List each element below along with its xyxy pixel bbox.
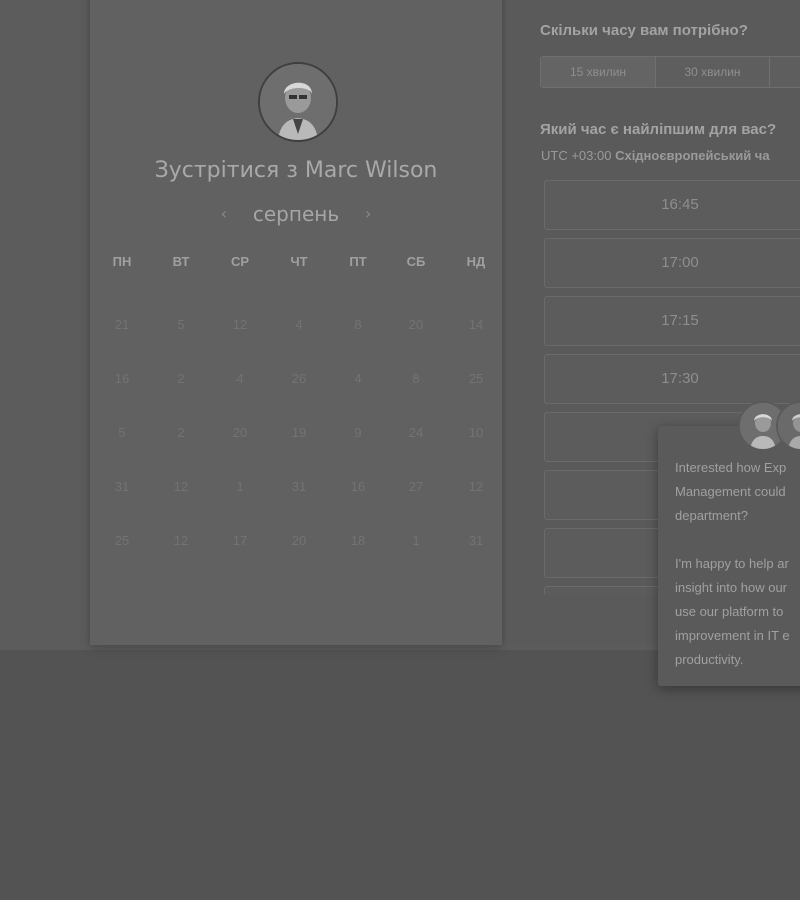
meeting-title: Зустрітися з Marc Wilson — [154, 158, 438, 183]
day-cell[interactable]: 19 — [279, 425, 319, 440]
chevron-left-icon[interactable]: ‹ — [214, 204, 234, 223]
weekday-label: ЧТ — [290, 254, 308, 269]
calendar-week: 5 2 20 19 9 24 10 — [90, 425, 502, 445]
calendar-week: 21 5 12 4 8 20 14 — [90, 317, 502, 337]
month-label: серпень — [252, 202, 340, 226]
day-cell[interactable]: 17 — [220, 533, 260, 548]
day-cell[interactable]: 14 — [456, 317, 496, 332]
duration-option-30[interactable]: 30 хвилин — [656, 57, 769, 87]
time-question: Який час є найліпшим для вас? — [540, 121, 777, 138]
day-cell[interactable]: 20 — [220, 425, 260, 440]
day-cell[interactable]: 31 — [456, 533, 496, 548]
day-cell[interactable]: 25 — [456, 371, 496, 386]
day-cell[interactable]: 16 — [102, 371, 142, 386]
time-slot[interactable]: 17:00 — [544, 238, 800, 288]
time-slot[interactable]: 17:30 — [544, 354, 800, 404]
day-cell[interactable]: 9 — [338, 425, 378, 440]
day-cell[interactable]: 4 — [279, 317, 319, 332]
weekday-label: НД — [466, 254, 486, 269]
chevron-right-icon[interactable]: › — [358, 204, 378, 223]
calendar-card: Зустрітися з Marc Wilson ‹ серпень › ПН … — [90, 0, 502, 645]
day-cell[interactable]: 31 — [102, 479, 142, 494]
day-cell[interactable]: 12 — [220, 317, 260, 332]
weekday-label: СР — [230, 254, 250, 269]
day-cell[interactable]: 8 — [396, 371, 436, 386]
day-cell[interactable]: 4 — [220, 371, 260, 386]
host-avatar — [258, 62, 338, 142]
day-cell[interactable]: 21 — [102, 317, 142, 332]
day-cell[interactable]: 31 — [279, 479, 319, 494]
calendar-week: 16 2 4 26 4 8 25 — [90, 371, 502, 391]
weekday-label: ПТ — [349, 254, 367, 269]
weekday-label: ВТ — [172, 254, 190, 269]
day-cell[interactable]: 16 — [338, 479, 378, 494]
duration-question: Скільки часу вам потрібно? — [540, 22, 748, 39]
chat-popup[interactable]: Interested how Exp Management could depa… — [658, 426, 800, 686]
day-cell[interactable]: 25 — [102, 533, 142, 548]
calendar-week: 25 12 17 20 18 1 31 — [90, 533, 502, 553]
day-cell[interactable]: 4 — [338, 371, 378, 386]
day-cell[interactable]: 20 — [396, 317, 436, 332]
day-cell[interactable]: 24 — [396, 425, 436, 440]
day-cell[interactable]: 5 — [161, 317, 201, 332]
time-slot[interactable]: 17:15 — [544, 296, 800, 346]
day-cell[interactable]: 5 — [102, 425, 142, 440]
day-cell[interactable]: 12 — [456, 479, 496, 494]
day-cell[interactable]: 12 — [161, 533, 201, 548]
day-cell[interactable]: 12 — [161, 479, 201, 494]
day-cell[interactable]: 18 — [338, 533, 378, 548]
timezone-offset: UTC +03:00 — [541, 148, 612, 163]
weekday-header: ПН ВТ СР ЧТ ПТ СБ НД — [90, 254, 502, 274]
day-cell[interactable]: 27 — [396, 479, 436, 494]
chat-message: Interested how Exp Management could depa… — [675, 460, 790, 667]
day-cell[interactable]: 20 — [279, 533, 319, 548]
calendar-week: 31 12 1 31 16 27 12 — [90, 479, 502, 499]
weekday-label: СБ — [406, 254, 426, 269]
weekday-label: ПН — [112, 254, 132, 269]
day-cell[interactable]: 2 — [161, 371, 201, 386]
timezone-label[interactable]: UTC +03:00 Східноєвропейський ча — [541, 148, 770, 163]
day-cell[interactable]: 8 — [338, 317, 378, 332]
timezone-name: Східноєвропейський ча — [615, 148, 770, 163]
duration-option-more[interactable] — [770, 57, 800, 87]
duration-selector: 15 хвилин 30 хвилин — [540, 56, 800, 88]
day-cell[interactable]: 26 — [279, 371, 319, 386]
month-navigation: ‹ серпень › — [90, 202, 502, 226]
duration-option-15[interactable]: 15 хвилин — [541, 57, 655, 87]
day-cell[interactable]: 10 — [456, 425, 496, 440]
day-cell[interactable]: 2 — [161, 425, 201, 440]
time-slot[interactable]: 16:45 — [544, 180, 800, 230]
day-cell[interactable]: 1 — [220, 479, 260, 494]
day-cell[interactable]: 1 — [396, 533, 436, 548]
